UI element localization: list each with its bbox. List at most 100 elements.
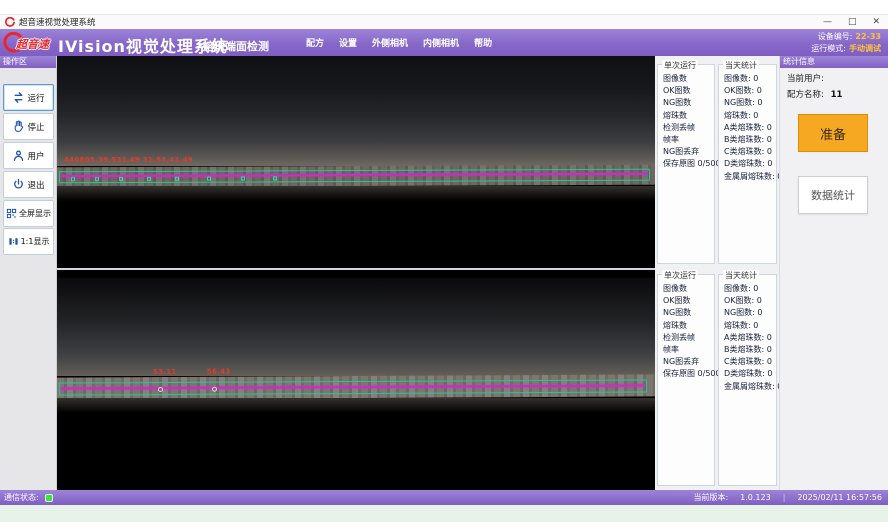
stat-rows: 图像数: 0OK图数: 0NG图数: 0熔珠数: 0A类熔珠数: 0B类熔珠数:…	[719, 275, 776, 393]
device-number-label: 设备编号:	[818, 32, 853, 41]
menu-item[interactable]: 外侧相机	[372, 36, 408, 49]
detection-tick	[71, 177, 75, 181]
camera-haze	[57, 278, 655, 376]
detection-tick	[147, 177, 151, 181]
stat-row: B类熔珠数: 0	[719, 134, 776, 146]
app-header: 超音速 IVision视觉处理系统 熔珠端面检测 配方设置外侧相机内侧相机帮助 …	[0, 29, 888, 56]
menu-bar: 配方 设置 外侧相机 内侧相机 帮助	[306, 29, 492, 56]
stat-row: 帧率	[658, 344, 714, 356]
one-to-one-button-label: 1:1显示	[21, 236, 50, 247]
detection-tick	[95, 177, 99, 181]
stat-row: NG图数: 0	[719, 307, 776, 319]
user-icon	[12, 149, 25, 162]
camera-viewport: 440805.39,531.49 31.53,41.49 53	[57, 56, 655, 490]
fullscreen-button[interactable]: 全屏显示	[3, 200, 54, 227]
datetime-value: 2025/02/11 16:57:56	[797, 493, 882, 502]
status-bar: 通信状态: 当前版本: 1.0.123 | 2025/02/11 16:57:5…	[0, 490, 888, 505]
status-divider: |	[783, 493, 786, 502]
detection-point	[158, 387, 163, 392]
run-arrows-icon	[12, 91, 25, 104]
stat-row: 熔珠数	[658, 320, 714, 332]
menu-item[interactable]: 设置	[339, 36, 357, 49]
comm-status-label: 通信状态:	[4, 492, 39, 503]
menu-item[interactable]: 内侧相机	[423, 36, 459, 49]
detection-tick	[207, 177, 211, 181]
maximize-button[interactable]: □	[848, 15, 857, 30]
detection-tick	[119, 177, 123, 181]
stat-row: 熔珠数: 0	[719, 110, 776, 122]
fullscreen-grid-icon	[6, 208, 17, 219]
stat-row: C类熔珠数: 0	[719, 146, 776, 158]
stat-row: D类熔珠数: 0	[719, 368, 776, 380]
stat-row: 金属屑熔珠数: 0	[719, 171, 776, 183]
groupbox-title: 单次运行	[662, 60, 698, 71]
sidebar-header: 操作区	[0, 56, 56, 68]
stat-row: OK图数: 0	[719, 85, 776, 97]
window-titlebar: 超音速视觉处理系统 — □ ✕	[0, 14, 888, 29]
inner-camera-view[interactable]: 53.11 56.43	[57, 270, 655, 490]
stat-row: OK图数: 0	[719, 295, 776, 307]
current-user-row: 当前用户:	[787, 72, 888, 84]
run-button[interactable]: 运行	[3, 84, 54, 111]
stop-button[interactable]: 停止	[3, 113, 54, 140]
exit-button-label: 退出	[27, 179, 44, 191]
measurement-annotation: 53.11	[153, 368, 177, 376]
app-subtitle: 熔珠端面检测	[203, 38, 269, 54]
outer-today-groupbox: 当天统计 图像数: 0OK图数: 0NG图数: 0熔珠数: 0A类熔珠数: 0B…	[718, 64, 777, 264]
one-to-one-button[interactable]: 1:1显示	[3, 228, 54, 255]
app-window: 超音速视觉处理系统 — □ ✕ 超音速 IVision视觉处理系统 熔珠端面检测…	[0, 0, 888, 522]
window-title: 超音速视觉处理系统	[19, 16, 96, 28]
menu-item[interactable]: 配方	[306, 36, 324, 49]
run-mode-label: 运行模式:	[811, 44, 846, 53]
app-logo-icon	[5, 17, 15, 27]
stat-row: C类熔珠数: 0	[719, 356, 776, 368]
stat-row: 图像数	[658, 73, 714, 85]
measurement-annotation: 56.43	[207, 368, 231, 376]
prepare-button[interactable]: 准备	[798, 114, 868, 152]
version-label: 当前版本:	[693, 492, 728, 503]
info-panel-header: 统计信息	[780, 56, 888, 68]
groupbox-title: 当天统计	[723, 270, 759, 281]
stop-hand-icon	[12, 120, 25, 133]
detection-tick	[273, 176, 277, 180]
stat-row: 图像数	[658, 283, 714, 295]
stat-rows: 图像数OK图数NG图数熔珠数检测丢帧帧率NG图丢弃保存原图 0/500	[658, 275, 714, 381]
current-user-label: 当前用户:	[787, 74, 824, 84]
inner-single-run-groupbox: 单次运行 图像数OK图数NG图数熔珠数检测丢帧帧率NG图丢弃保存原图 0/500	[657, 274, 715, 486]
stat-row: 金属屑熔珠数: 0	[719, 381, 776, 393]
stat-row: 熔珠数: 0	[719, 320, 776, 332]
outer-camera-view[interactable]: 440805.39,531.49 31.53,41.49	[57, 56, 655, 268]
stat-row: NG图丢弃	[658, 356, 714, 368]
window-controls: — □ ✕	[823, 15, 880, 30]
stat-row: NG图数	[658, 97, 714, 109]
user-button[interactable]: 用户	[3, 142, 54, 169]
device-number-row: 设备编号:22-33	[811, 31, 881, 43]
outer-single-run-groupbox: 单次运行 图像数OK图数NG图数熔珠数检测丢帧帧率NG图丢弃保存原图 0/500	[657, 64, 715, 264]
stat-row: NG图数: 0	[719, 97, 776, 109]
recipe-name-label: 配方名称:	[787, 90, 824, 100]
stat-row: 检测丢帧	[658, 332, 714, 344]
one-to-one-icon	[8, 236, 19, 247]
recipe-name-value: 11	[831, 90, 843, 100]
strip-shadow	[57, 398, 655, 413]
stat-row: OK图数	[658, 295, 714, 307]
minimize-button[interactable]: —	[823, 15, 832, 30]
stat-row: A类熔珠数: 0	[719, 332, 776, 344]
stop-button-label: 停止	[27, 121, 44, 133]
menu-item[interactable]: 帮助	[474, 36, 492, 49]
stat-row: 检测丢帧	[658, 122, 714, 134]
run-mode-row: 运行模式:手动调试	[811, 43, 881, 55]
data-statistics-button[interactable]: 数据统计	[798, 176, 868, 214]
power-icon	[12, 178, 25, 191]
exit-button[interactable]: 退出	[3, 171, 54, 198]
run-mode-value: 手动调试	[849, 44, 881, 53]
weld-bead-strip: 53.11 56.43	[57, 374, 655, 399]
stat-row: D类熔珠数: 0	[719, 158, 776, 170]
recipe-name-row: 配方名称: 11	[787, 88, 888, 100]
user-button-label: 用户	[27, 150, 44, 162]
desktop-margin-top	[0, 0, 888, 14]
stat-row: NG图数	[658, 307, 714, 319]
close-button[interactable]: ✕	[872, 15, 880, 30]
stat-row: 帧率	[658, 134, 714, 146]
comm-status-indicator	[45, 494, 53, 502]
